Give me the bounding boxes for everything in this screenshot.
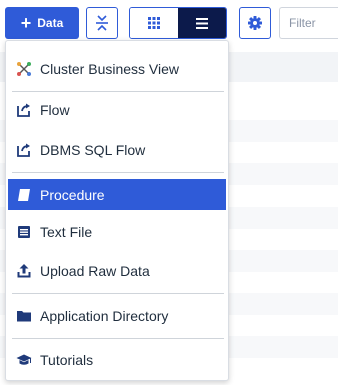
text-file-icon (16, 224, 32, 240)
menu-item-label: Application Directory (40, 307, 169, 324)
menu-item-cluster-business-view[interactable]: Cluster Business View (8, 53, 226, 84)
graduation-cap-icon (16, 352, 32, 368)
collapse-all-button[interactable] (86, 7, 118, 39)
menu-item-label: Upload Raw Data (40, 262, 150, 279)
list-icon (196, 17, 208, 29)
menu-item-label: Tutorials (40, 351, 94, 368)
folder-icon (16, 308, 32, 324)
menu-item-procedure[interactable]: Procedure (8, 179, 226, 210)
data-dropdown-menu: Cluster Business View Flow DBMS SQL Flow (5, 40, 229, 381)
plus-icon: + (20, 12, 32, 33)
flow-icon (16, 102, 32, 118)
menu-item-upload-raw-data[interactable]: Upload Raw Data (8, 255, 226, 286)
menu-divider (12, 172, 224, 173)
menu-divider (12, 293, 224, 294)
filter-input[interactable]: Filter (279, 7, 338, 39)
collapse-icon (96, 15, 108, 31)
menu-item-label: Flow (40, 101, 70, 118)
menu-item-dbms-sql-flow[interactable]: DBMS SQL Flow (8, 134, 226, 165)
menu-item-label: Text File (40, 223, 93, 240)
gear-icon (248, 16, 262, 30)
upload-icon (16, 263, 32, 279)
menu-item-flow[interactable]: Flow (8, 94, 226, 125)
add-data-button[interactable]: + Data (5, 7, 79, 39)
settings-button[interactable] (239, 7, 271, 39)
toolbar: + Data Filter (0, 0, 338, 44)
menu-item-tutorials[interactable]: Tutorials (8, 344, 226, 375)
dbms-flow-icon (16, 142, 32, 158)
grid-view-button[interactable] (130, 8, 178, 38)
cluster-icon (16, 61, 32, 77)
menu-item-label: Procedure (40, 186, 105, 203)
menu-divider (12, 338, 224, 339)
menu-item-text-file[interactable]: Text File (8, 216, 226, 247)
procedure-icon (16, 187, 32, 203)
menu-item-application-directory[interactable]: Application Directory (8, 300, 226, 331)
menu-divider (12, 91, 224, 92)
menu-item-label: DBMS SQL Flow (40, 141, 146, 158)
list-view-button[interactable] (178, 8, 226, 38)
grid-icon (148, 17, 160, 29)
filter-placeholder: Filter (289, 16, 316, 30)
view-toggle (129, 7, 227, 39)
menu-item-label: Cluster Business View (40, 60, 180, 77)
add-data-label: Data (37, 16, 64, 30)
